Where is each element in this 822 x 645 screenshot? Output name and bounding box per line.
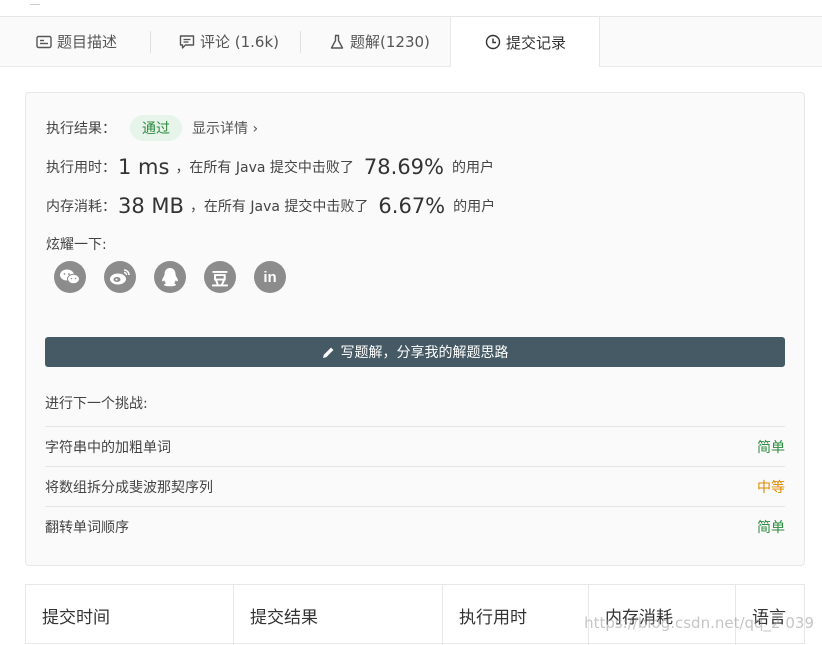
result-row: 执行结果： 通过 显示详情 › (46, 115, 258, 141)
memory-middle-text: ，在所有 Java 提交中击败了 (189, 199, 369, 215)
top-nub (30, 0, 40, 5)
tab-submissions[interactable]: 提交记录 (450, 17, 600, 67)
runtime-row: 执行用时： 1 ms ，在所有 Java 提交中击败了 78.69% 的用户 (46, 155, 494, 179)
linkedin-glyph: in (263, 268, 277, 286)
runtime-middle-text: ，在所有 Java 提交中击败了 (175, 160, 354, 176)
challenge-title: 将数组拆分成斐波那契序列 (45, 480, 213, 496)
tab-submissions-label: 提交记录 (505, 33, 566, 52)
challenge-item[interactable]: 翻转单词顺序 简单 (45, 506, 785, 547)
runtime-percent: 78.69% (363, 155, 444, 179)
flask-icon (328, 33, 346, 51)
description-icon (35, 33, 53, 51)
share-label-text: 炫耀一下: (46, 237, 107, 253)
tab-bar: 题目描述 评论 (1.6k) 题解(1230) 提交记录 (0, 17, 822, 67)
top-strip (0, 0, 822, 17)
challenge-item[interactable]: 将数组拆分成斐波那契序列 中等 (45, 466, 785, 507)
write-solution-label: 写题解，分享我的解题思路 (340, 345, 509, 361)
tab-separator (150, 31, 151, 53)
clock-icon (484, 33, 502, 51)
share-label: 炫耀一下: (46, 234, 107, 254)
challenge-title: 翻转单词顺序 (45, 520, 129, 536)
memory-suffix: 的用户 (453, 199, 496, 215)
difficulty-badge: 简单 (757, 440, 785, 456)
runtime-value: 1 ms (118, 155, 170, 179)
tab-separator (300, 31, 301, 53)
tab-description[interactable]: 题目描述 (35, 17, 117, 66)
difficulty-badge: 中等 (757, 480, 785, 496)
memory-percent: 6.67% (378, 194, 446, 218)
tab-comments-label: 评论 (1.6k) (200, 33, 280, 51)
challenge-title: 字符串中的加粗单词 (45, 440, 171, 456)
result-label: 执行结果： (46, 121, 116, 137)
memory-row: 内存消耗： 38 MB ，在所有 Java 提交中击败了 6.67% 的用户 (46, 194, 495, 218)
column-header-submit-time[interactable]: 提交时间 (26, 585, 234, 645)
column-header-result[interactable]: 提交结果 (234, 585, 443, 645)
qq-icon[interactable] (154, 261, 186, 293)
challenge-item[interactable]: 字符串中的加粗单词 简单 (45, 426, 785, 467)
wechat-icon[interactable] (54, 261, 86, 293)
status-badge: 通过 (130, 115, 182, 141)
tab-solutions-label: 题解(1230) (350, 33, 430, 51)
write-solution-button[interactable]: 写题解，分享我的解题思路 (45, 337, 785, 367)
douban-icon[interactable]: 豆 (204, 261, 236, 293)
difficulty-badge: 简单 (757, 520, 785, 536)
share-buttons: 豆 in (54, 261, 304, 293)
comment-icon (178, 33, 196, 51)
result-card: 执行结果： 通过 显示详情 › 执行用时： 1 ms ，在所有 Java 提交中… (25, 92, 805, 566)
memory-label: 内存消耗： (46, 199, 116, 215)
linkedin-icon[interactable]: in (254, 261, 286, 293)
show-details-link[interactable]: 显示详情 › (192, 118, 258, 138)
memory-value: 38 MB (118, 194, 184, 218)
runtime-suffix: 的用户 (452, 160, 494, 176)
douban-glyph: 豆 (211, 269, 229, 290)
next-challenge-label: 进行下一个挑战: (45, 396, 148, 412)
column-header-runtime[interactable]: 执行用时 (443, 585, 589, 645)
tab-solutions[interactable]: 题解(1230) (328, 17, 430, 66)
tab-description-label: 题目描述 (57, 33, 118, 51)
pencil-icon (322, 346, 335, 359)
watermark: https://blog.csdn.net/qq_2 039 (584, 614, 814, 632)
tab-comments[interactable]: 评论 (1.6k) (178, 17, 279, 66)
weibo-icon[interactable] (104, 261, 136, 293)
runtime-label: 执行用时： (46, 160, 116, 176)
